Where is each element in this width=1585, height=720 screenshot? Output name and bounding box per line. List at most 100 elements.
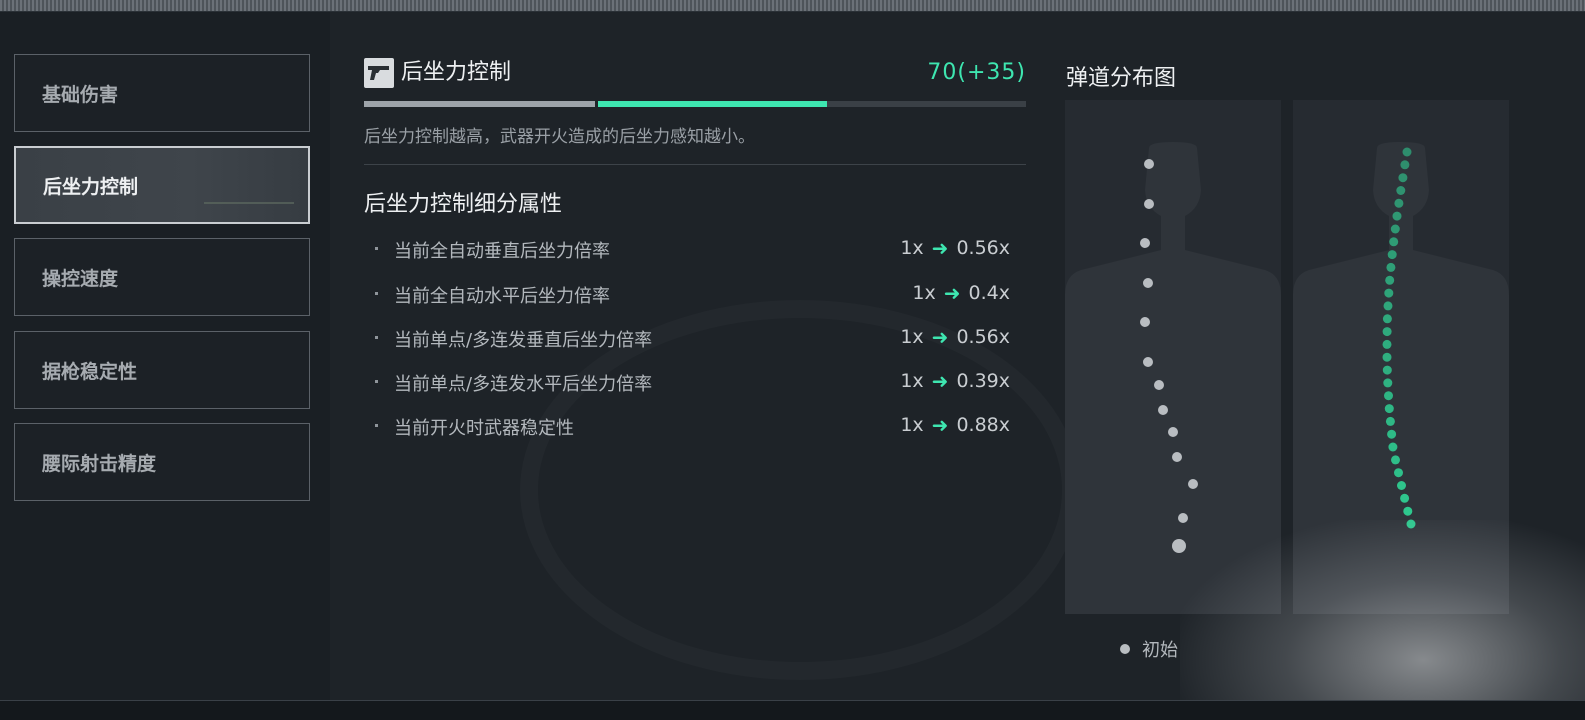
spread-dot-improved xyxy=(1382,327,1392,337)
bullet-dot xyxy=(375,247,378,250)
attribute-label: 当前单点/多连发垂直后坐力倍率 xyxy=(394,330,653,351)
sidebar-item-base-damage[interactable]: 基础伤害 xyxy=(14,54,310,132)
sidebar-item-label: 腰际射击精度 xyxy=(42,452,157,475)
spread-dot-improved xyxy=(1385,416,1395,426)
spread-dot-initial xyxy=(1172,539,1186,553)
spread-dot-improved xyxy=(1387,429,1397,439)
value-before: 1x xyxy=(900,370,924,392)
value-before: 1x xyxy=(900,326,924,348)
spread-dot-initial xyxy=(1140,238,1150,248)
spread-dot-improved xyxy=(1406,519,1416,529)
sidebar-item-hipfire-accuracy[interactable]: 腰际射击精度 xyxy=(14,423,310,501)
attribute-row: 当前单点/多连发垂直后坐力倍率 1x ➜ 0.56x xyxy=(370,323,1010,353)
bottom-border xyxy=(0,700,1585,720)
sidebar-item-label: 后坐力控制 xyxy=(43,175,139,198)
sidebar-item-aim-stability[interactable]: 据枪稳定性 xyxy=(14,331,310,409)
spread-panel-improved xyxy=(1293,100,1509,614)
sidebar-item-recoil-control[interactable]: 后坐力控制 xyxy=(14,146,310,224)
legend-label-initial: 初始 xyxy=(1142,640,1178,661)
spread-dot-initial xyxy=(1143,278,1153,288)
spread-legend: 初始 xyxy=(1120,636,1178,662)
arrow-right-icon: ➜ xyxy=(943,281,961,305)
attribute-row: 当前单点/多连发水平后坐力倍率 1x ➜ 0.39x xyxy=(370,367,1010,397)
target-silhouette-initial xyxy=(1065,142,1281,614)
attribute-label: 当前开火时武器稳定性 xyxy=(394,418,574,439)
spread-dot-improved xyxy=(1403,506,1413,516)
legend-dot-initial xyxy=(1120,644,1130,654)
stat-title: 后坐力控制 xyxy=(401,60,512,85)
spread-dot-improved xyxy=(1394,468,1403,478)
bullet-dot xyxy=(375,336,378,339)
arrow-right-icon: ➜ xyxy=(931,369,949,393)
spread-dot-improved xyxy=(1382,339,1392,349)
spread-dot-improved xyxy=(1382,314,1392,324)
spread-dot-initial xyxy=(1140,317,1150,327)
divider xyxy=(364,164,1026,165)
spread-chart-title: 弹道分布图 xyxy=(1066,66,1177,91)
spread-dot-initial xyxy=(1143,357,1153,367)
value-after: 0.4x xyxy=(968,282,1010,304)
spread-dot-initial xyxy=(1158,405,1168,415)
spread-dot-improved xyxy=(1382,365,1392,375)
attribute-label: 当前全自动水平后坐力倍率 xyxy=(394,286,610,307)
stat-value: 70(+35) xyxy=(927,60,1026,85)
value-before: 1x xyxy=(900,414,924,436)
value-after: 0.56x xyxy=(956,237,1010,259)
breakdown-title: 后坐力控制细分属性 xyxy=(364,192,563,217)
stat-progress-bar xyxy=(364,100,1026,108)
spread-dot-improved xyxy=(1384,391,1393,401)
spread-dot-improved xyxy=(1386,262,1396,272)
spread-dot-improved xyxy=(1392,211,1402,221)
stat-description: 后坐力控制越高，武器开火造成的后坐力感知越小。 xyxy=(364,127,755,147)
spread-dot-initial xyxy=(1144,159,1154,169)
top-border xyxy=(0,0,1585,12)
stat-header: 后坐力控制 70(+35) xyxy=(364,58,1026,88)
spread-dot-initial xyxy=(1188,479,1198,489)
attribute-label: 当前单点/多连发水平后坐力倍率 xyxy=(394,374,653,395)
spread-dot-initial xyxy=(1172,452,1182,462)
stat-bar-base xyxy=(364,101,596,107)
attribute-row: 当前开火时武器稳定性 1x ➜ 0.88x xyxy=(370,411,1010,441)
value-after: 0.88x xyxy=(956,414,1010,436)
spread-dot-improved xyxy=(1400,493,1410,503)
arrow-right-icon: ➜ xyxy=(931,413,949,437)
spread-panel-initial xyxy=(1065,100,1281,614)
bullet-dot xyxy=(375,424,378,427)
spread-dot-improved xyxy=(1383,301,1393,311)
stat-bar-divider xyxy=(594,100,598,108)
spread-dot-improved xyxy=(1384,404,1394,414)
attribute-values: 1x ➜ 0.39x xyxy=(900,369,1010,393)
active-decoration xyxy=(204,202,294,204)
sidebar-item-label: 据枪稳定性 xyxy=(42,360,138,383)
bullet-dot xyxy=(375,380,378,383)
attribute-row: 当前全自动垂直后坐力倍率 1x ➜ 0.56x xyxy=(370,234,1010,264)
attribute-values: 1x ➜ 0.56x xyxy=(900,325,1010,349)
value-after: 0.39x xyxy=(956,370,1010,392)
attribute-values: 1x ➜ 0.4x xyxy=(912,281,1010,305)
value-after: 0.56x xyxy=(956,326,1010,348)
bullet-dot xyxy=(375,292,378,295)
background-emblem xyxy=(520,300,1080,680)
spread-dot-improved xyxy=(1390,224,1400,234)
spread-dot-improved xyxy=(1387,250,1397,260)
sidebar-item-label: 操控速度 xyxy=(42,267,119,290)
spread-dot-improved xyxy=(1402,147,1412,157)
spread-dot-improved xyxy=(1391,455,1400,465)
spread-dot-improved xyxy=(1396,186,1406,195)
arrow-right-icon: ➜ xyxy=(931,325,949,349)
value-before: 1x xyxy=(900,237,924,259)
attribute-row: 当前全自动水平后坐力倍率 1x ➜ 0.4x xyxy=(370,279,1010,309)
spread-dot-improved xyxy=(1389,237,1399,247)
arrow-right-icon: ➜ xyxy=(931,236,949,260)
attribute-values: 1x ➜ 0.88x xyxy=(900,413,1010,437)
spread-dot-initial xyxy=(1154,380,1164,390)
spread-dot-improved xyxy=(1398,173,1408,183)
sidebar-item-label: 基础伤害 xyxy=(42,83,119,106)
spread-dot-improved xyxy=(1397,481,1406,490)
sidebar-item-handling-speed[interactable]: 操控速度 xyxy=(14,238,310,316)
spread-dot-improved xyxy=(1388,442,1398,452)
target-silhouette-improved xyxy=(1293,142,1509,614)
spread-dot-initial xyxy=(1144,199,1154,209)
spread-dot-improved xyxy=(1394,198,1404,208)
spread-dot-improved xyxy=(1382,352,1392,362)
